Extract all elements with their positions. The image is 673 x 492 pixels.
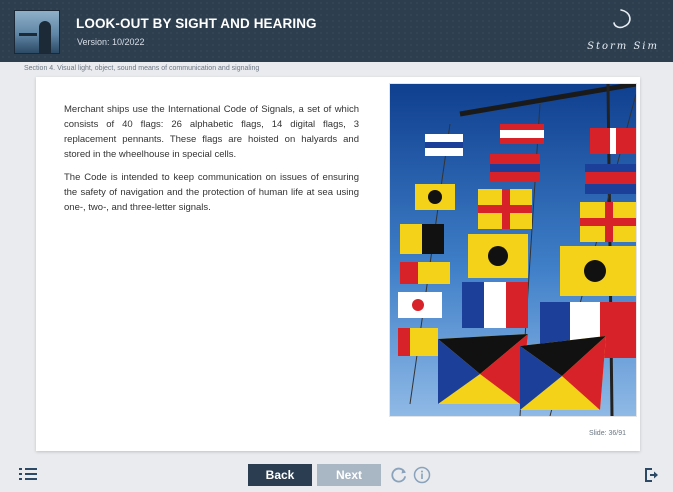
course-title: LOOK-OUT BY SIGHT AND HEARING (76, 16, 317, 31)
exit-icon (645, 468, 658, 482)
slide-text: Merchant ships use the International Cod… (64, 102, 359, 223)
signal-flags-image (390, 81, 637, 417)
course-version: Version: 10/2022 (77, 37, 145, 47)
replay-button[interactable] (390, 466, 408, 484)
course-thumbnail (14, 10, 60, 54)
section-breadcrumb: Section 4. Visual light, object, sound m… (24, 65, 260, 72)
bottom-toolbar: Back Next (0, 456, 673, 492)
paragraph-1: Merchant ships use the International Cod… (64, 104, 359, 160)
paragraph-2: The Code is intended to keep communicati… (64, 172, 359, 213)
logo-text: Storm Sim (587, 41, 659, 52)
storm-sim-logo: Storm Sim (563, 8, 659, 56)
exit-button[interactable] (643, 467, 659, 483)
info-icon (413, 466, 431, 484)
header-bar: LOOK-OUT BY SIGHT AND HEARING Version: 1… (0, 0, 673, 62)
replay-icon (391, 467, 406, 483)
wave-logo-icon (613, 9, 631, 29)
info-button[interactable] (413, 466, 431, 484)
next-button[interactable]: Next (317, 464, 381, 486)
back-button[interactable]: Back (248, 464, 312, 486)
slide-counter: Slide: 36/91 (589, 430, 626, 437)
slide-card: Merchant ships use the International Cod… (36, 77, 640, 451)
signal-flags-photo (389, 81, 637, 417)
menu-button[interactable] (19, 467, 37, 481)
